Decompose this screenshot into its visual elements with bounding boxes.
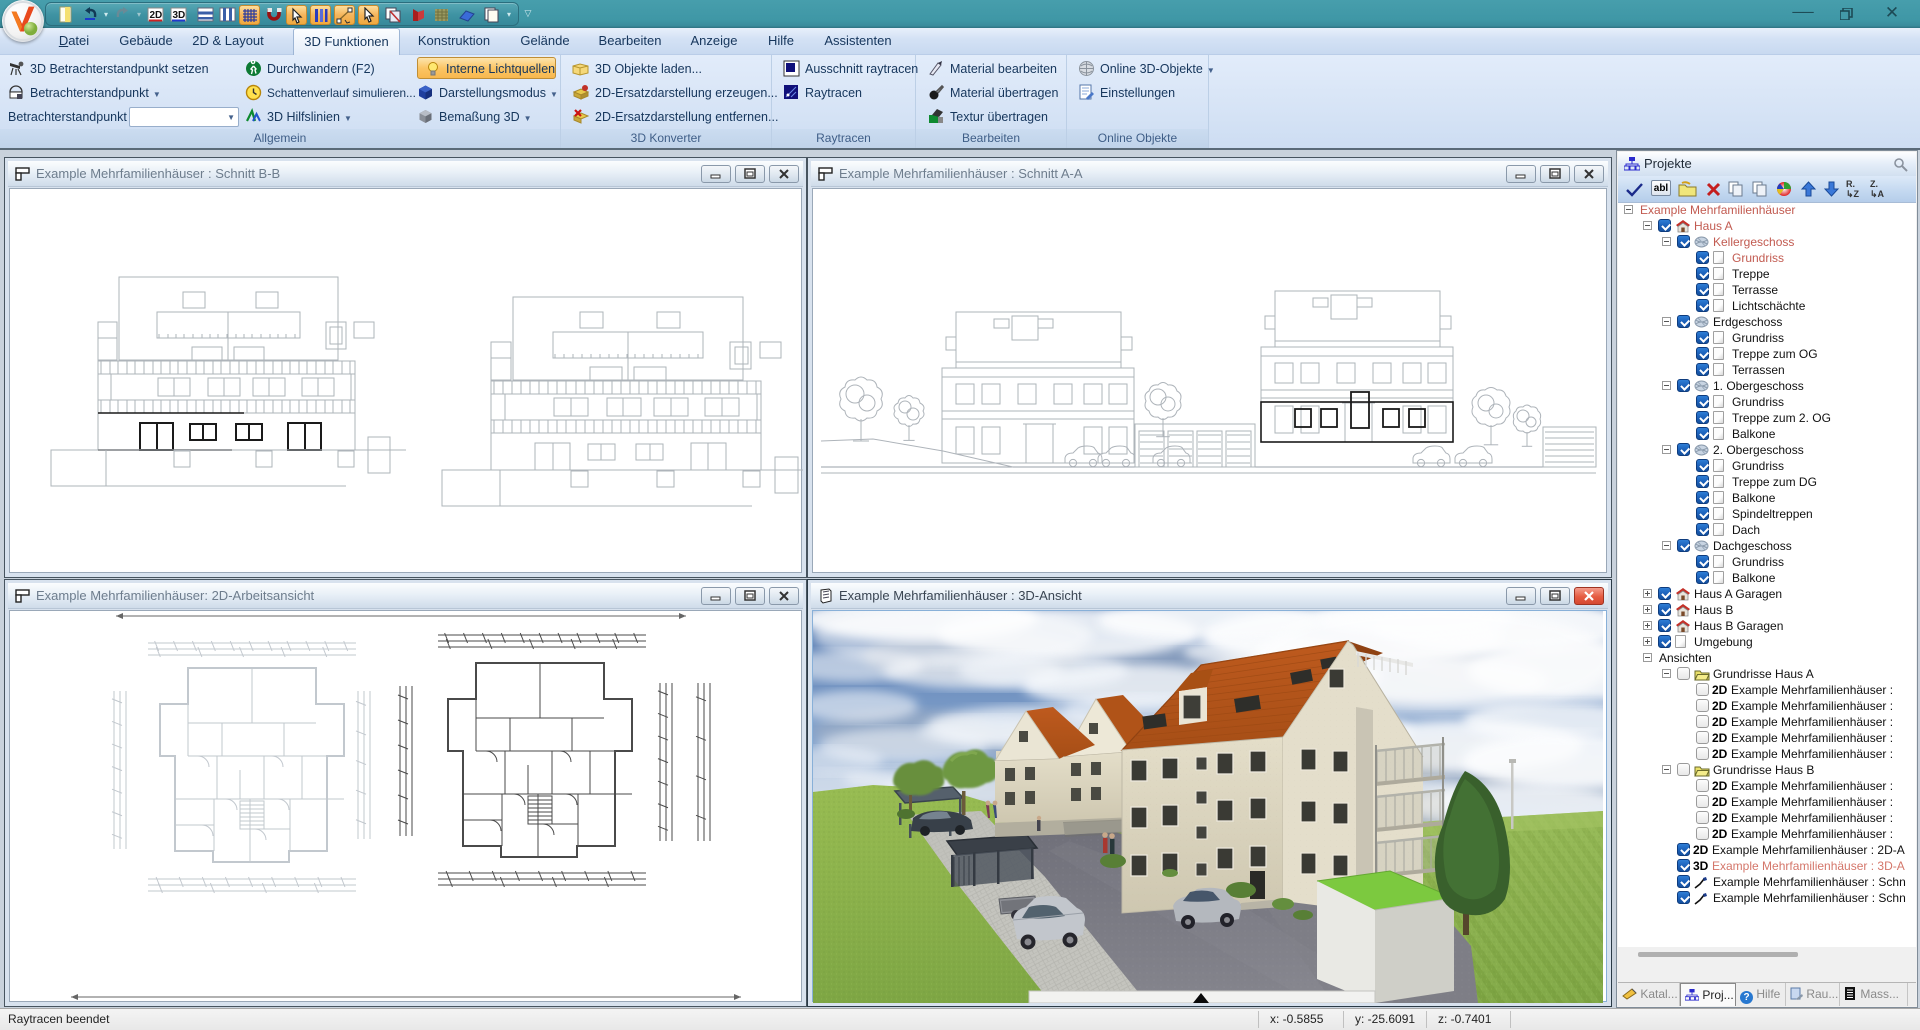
svg-text:3D: 3D [173,10,186,21]
svg-text:2D: 2D [150,10,163,21]
